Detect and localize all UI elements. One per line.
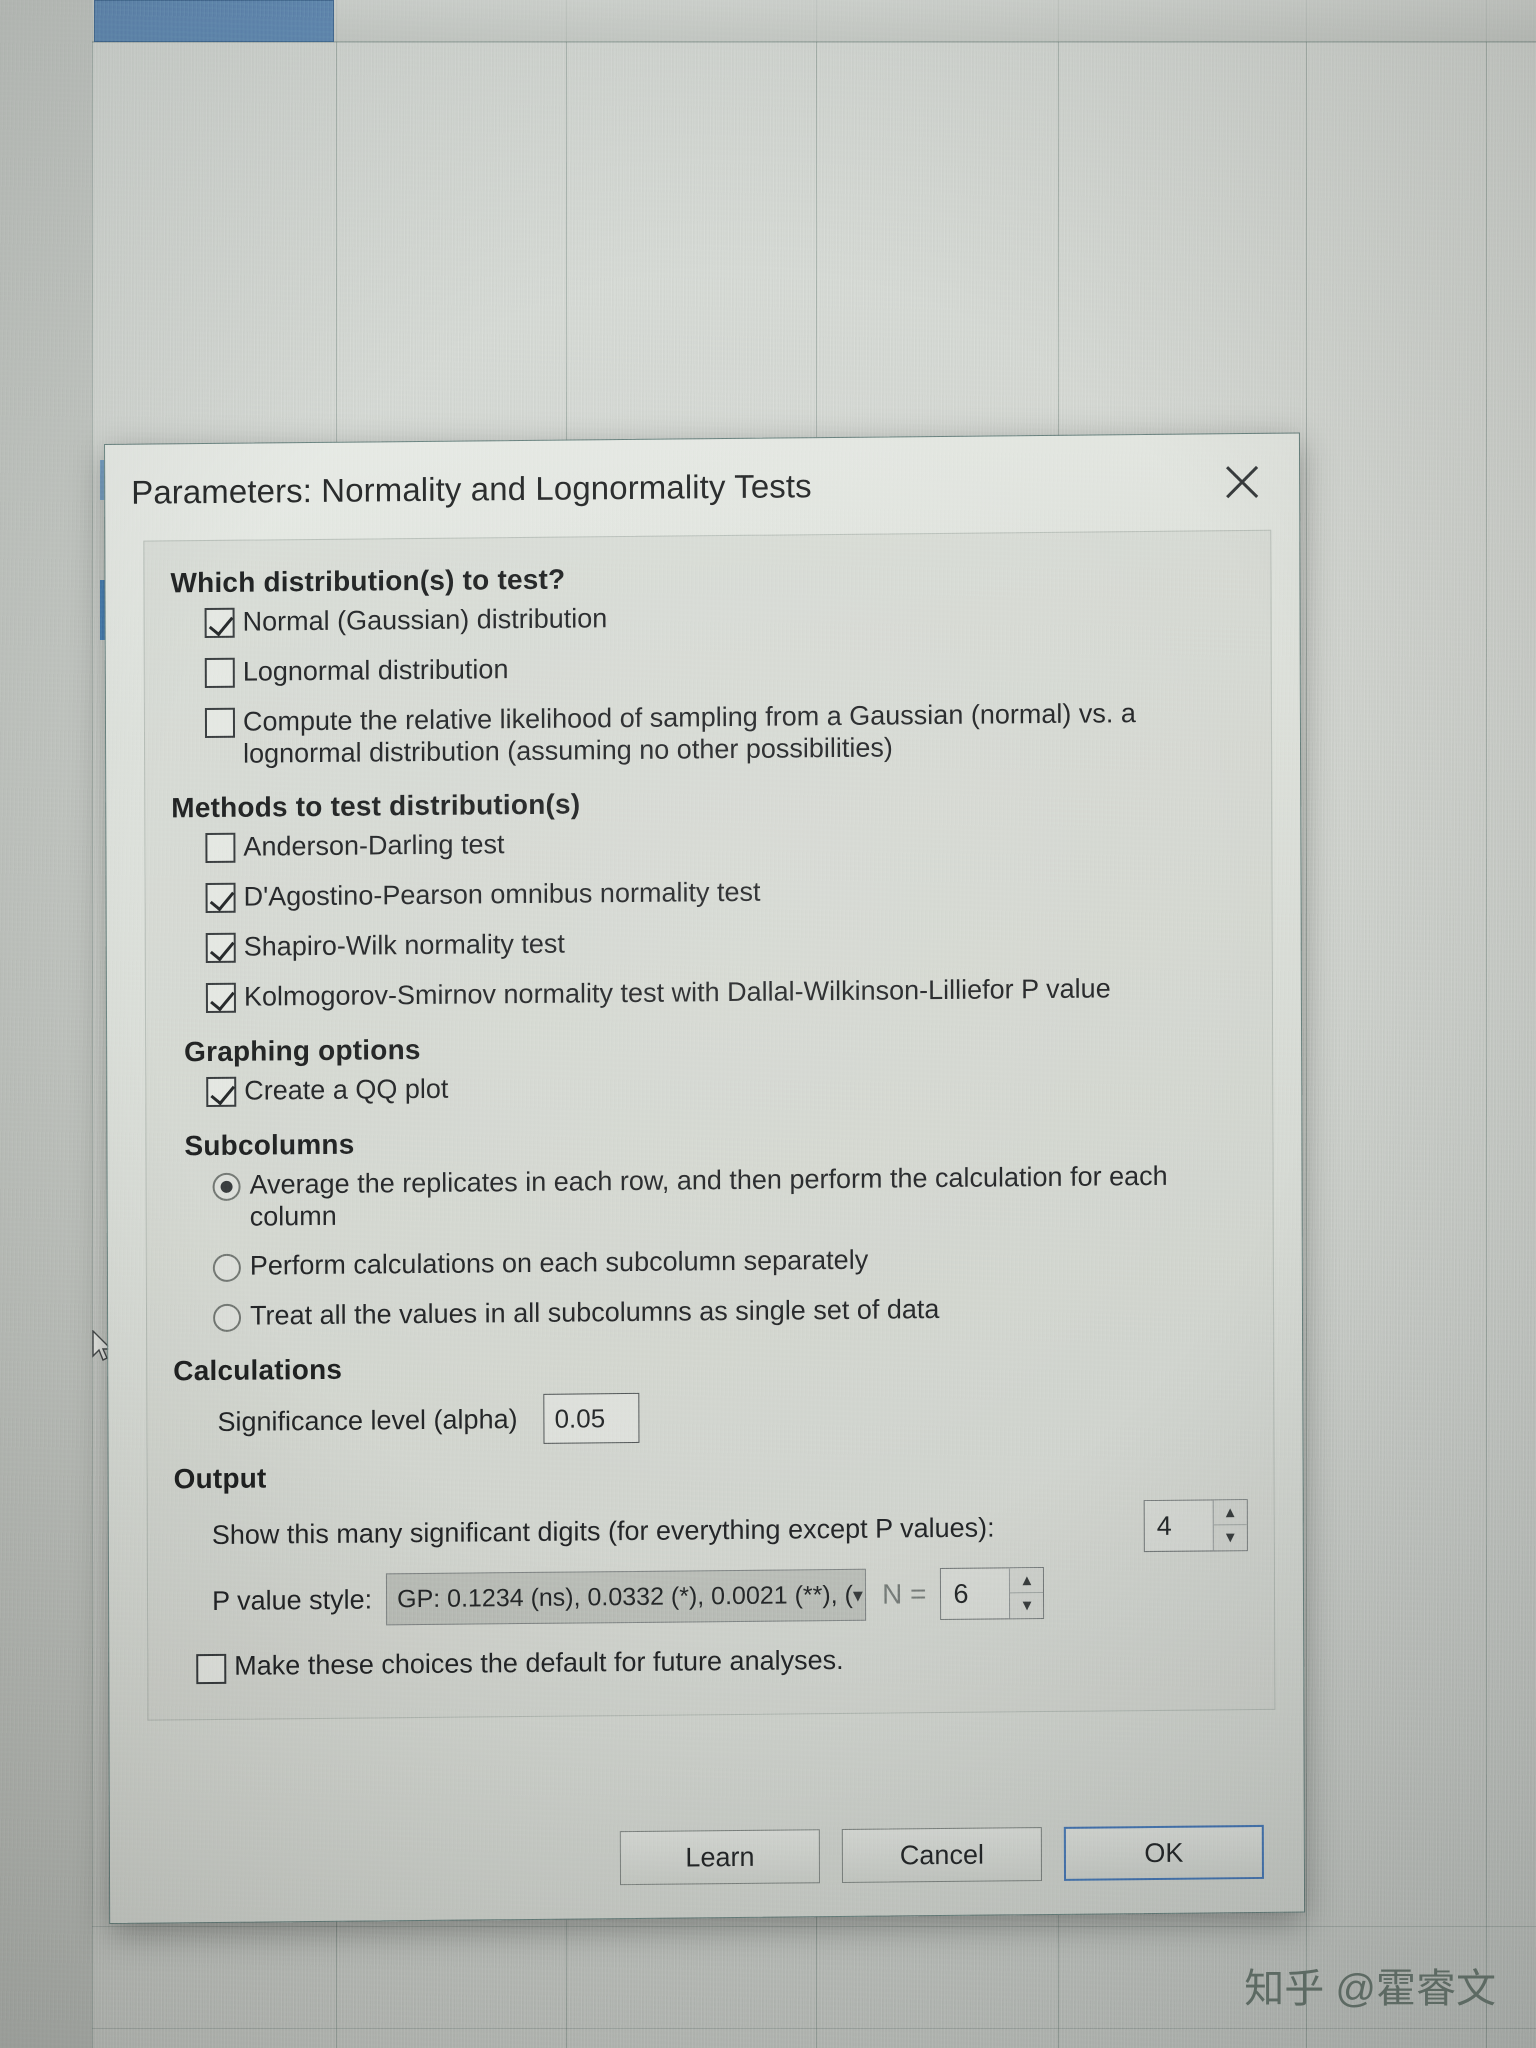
checkbox-lognormal[interactable] xyxy=(204,657,235,688)
grid-line-horizontal xyxy=(92,42,1536,43)
checkbox-label-anderson-darling: Anderson-Darling test xyxy=(243,829,505,863)
alpha-label: Significance level (alpha) xyxy=(217,1403,518,1437)
radio-per-subcolumn[interactable] xyxy=(212,1254,241,1283)
pvalue-style-row: P value style: GP: 0.1234 (ns), 0.0332 (… xyxy=(212,1565,1248,1627)
radio-label-single-set: Treat all the values in all subcolumns a… xyxy=(249,1294,940,1331)
significant-digits-stepper[interactable]: 4 ▲ ▼ xyxy=(1143,1499,1248,1553)
alpha-input[interactable]: 0.05 xyxy=(543,1393,640,1444)
checkbox-row-anderson-darling[interactable]: Anderson-Darling test xyxy=(205,820,1245,864)
checkbox-relative-likelihood[interactable] xyxy=(204,707,236,738)
grid-line-horizontal xyxy=(92,2028,1536,2029)
grid-line-horizontal xyxy=(92,1926,1536,1927)
checkbox-row-relative-likelihood[interactable]: Compute the relative likelihood of sampl… xyxy=(204,695,1219,770)
checkbox-make-default[interactable] xyxy=(196,1654,227,1685)
n-stepper-arrows[interactable]: ▲ ▼ xyxy=(1009,1568,1044,1619)
checkbox-row-create-qq-plot[interactable]: Create a QQ plot xyxy=(206,1064,1246,1108)
chevron-down-icon[interactable]: ▾ xyxy=(853,1582,863,1607)
checkbox-dagostino-pearson[interactable] xyxy=(205,883,236,914)
parameters-panel: Which distribution(s) to test? Normal (G… xyxy=(143,529,1276,1721)
checkbox-label-make-default: Make these choices the default for futur… xyxy=(234,1645,844,1681)
checkbox-normal-gaussian[interactable] xyxy=(204,607,235,639)
radio-label-per-subcolumn: Perform calculations on each subcolumn s… xyxy=(249,1245,869,1282)
n-stepper[interactable]: 6 ▲ ▼ xyxy=(940,1567,1045,1621)
learn-button[interactable]: Learn xyxy=(619,1829,821,1886)
stepper-down-icon[interactable]: ▼ xyxy=(1010,1593,1043,1618)
grid-line-vertical xyxy=(92,0,93,2048)
n-label: N = xyxy=(882,1578,927,1610)
dialog-title: Parameters: Normality and Lognormality T… xyxy=(131,467,812,511)
radio-row-average-replicates[interactable]: Average the replicates in each row, and … xyxy=(207,1158,1207,1233)
grid-line-vertical xyxy=(1486,0,1487,2048)
grid-line-vertical xyxy=(1306,0,1307,2048)
checkbox-row-make-default[interactable]: Make these choices the default for futur… xyxy=(196,1641,1248,1685)
radio-label-average-replicates: Average the replicates in each row, and … xyxy=(249,1160,1168,1232)
checkbox-anderson-darling[interactable] xyxy=(205,833,236,864)
dialog-footer: Learn Cancel OK xyxy=(110,1792,1304,1923)
watermark: 知乎 @霍睿文 xyxy=(1244,1967,1496,2011)
cancel-button[interactable]: Cancel xyxy=(841,1827,1043,1883)
checkbox-label-shapiro-wilk: Shapiro-Wilk normality test xyxy=(243,928,565,962)
significant-digits-arrows[interactable]: ▲ ▼ xyxy=(1212,1500,1247,1551)
checkbox-label-normal-gaussian: Normal (Gaussian) distribution xyxy=(242,603,608,637)
stepper-up-icon[interactable]: ▲ xyxy=(1213,1500,1247,1526)
checkbox-shapiro-wilk[interactable] xyxy=(205,932,236,964)
pvalue-style-label: P value style: xyxy=(211,1584,373,1616)
significant-digits-value[interactable]: 4 xyxy=(1145,1501,1213,1552)
checkbox-create-qq-plot[interactable] xyxy=(206,1076,237,1107)
checkbox-label-kolmogorov-smirnov: Kolmogorov-Smirnov normality test with D… xyxy=(243,973,1111,1012)
checkbox-label-relative-likelihood: Compute the relative likelihood of sampl… xyxy=(242,697,1136,769)
pvalue-style-value: GP: 0.1234 (ns), 0.0332 (*), 0.0021 (**)… xyxy=(397,1580,853,1613)
row-header-gutter xyxy=(0,0,92,2048)
ok-button[interactable]: OK xyxy=(1063,1824,1264,1881)
significant-digits-row: Show this many significant digits (for e… xyxy=(212,1499,1248,1561)
significant-digits-label: Show this many significant digits (for e… xyxy=(211,1512,995,1550)
close-icon[interactable] xyxy=(1219,459,1265,505)
checkbox-kolmogorov-smirnov[interactable] xyxy=(205,982,236,1014)
parameters-dialog: Parameters: Normality and Lognormality T… xyxy=(104,432,1306,1925)
group-heading-distribution: Which distribution(s) to test? xyxy=(170,563,566,599)
n-value[interactable]: 6 xyxy=(941,1569,1009,1620)
checkbox-label-create-qq-plot: Create a QQ plot xyxy=(244,1073,449,1106)
checkbox-label-dagostino-pearson: D'Agostino-Pearson omnibus normality tes… xyxy=(243,877,761,912)
radio-single-set[interactable] xyxy=(213,1304,242,1333)
dialog-titlebar: Parameters: Normality and Lognormality T… xyxy=(105,434,1299,541)
radio-average-replicates[interactable] xyxy=(212,1172,241,1201)
pvalue-style-select[interactable]: GP: 0.1234 (ns), 0.0332 (*), 0.0021 (**)… xyxy=(386,1568,867,1626)
checkbox-label-lognormal: Lognormal distribution xyxy=(242,653,509,687)
checkbox-row-normal-gaussian[interactable]: Normal (Gaussian) distribution xyxy=(204,595,1245,639)
selected-cell[interactable] xyxy=(94,0,334,42)
stepper-down-icon[interactable]: ▼ xyxy=(1214,1525,1247,1550)
stepper-up-icon[interactable]: ▲ xyxy=(1010,1568,1044,1594)
